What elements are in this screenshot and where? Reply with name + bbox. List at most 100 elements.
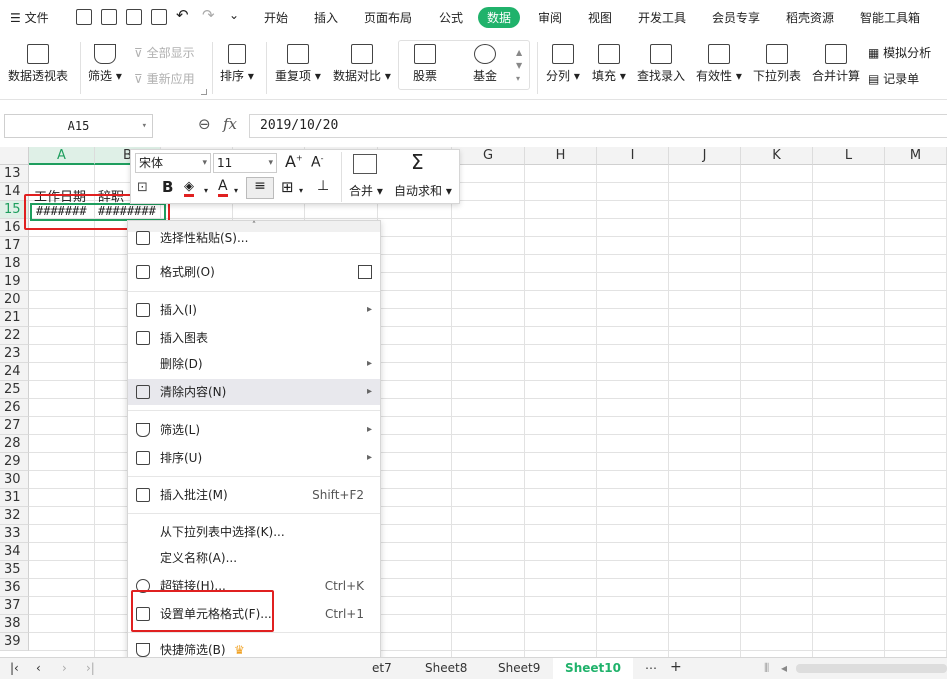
autosum-button[interactable]: 自动求和 ▾ [394,182,452,199]
merge-cells-icon[interactable] [353,154,377,174]
format-painter-lock-icon[interactable] [358,265,372,279]
row-header-31[interactable]: 31 [0,489,29,507]
bold-button[interactable]: B [162,178,173,196]
font-size-select[interactable]: 11 ▾ [213,153,277,173]
merge-cells-button[interactable]: 合并 ▾ [349,182,383,199]
row-header-13[interactable]: 13 [0,165,29,183]
scroll-split-icon[interactable]: ⦀ [764,661,769,676]
row-header-35[interactable]: 35 [0,561,29,579]
row-header-28[interactable]: 28 [0,435,29,453]
borders-icon[interactable]: ⊞ [281,178,294,196]
column-header-g[interactable]: G [452,147,525,165]
row-header-39[interactable]: 39 [0,633,29,651]
row-header-30[interactable]: 30 [0,471,29,489]
tab-home[interactable]: 开始 [264,9,288,26]
print-preview-icon[interactable] [101,9,117,25]
column-header-j[interactable]: J [669,147,741,165]
pivot-table-button[interactable]: 数据透视表 [8,44,68,84]
row-header-20[interactable]: 20 [0,291,29,309]
tab-insert[interactable]: 插入 [314,9,338,26]
row-header-21[interactable]: 21 [0,309,29,327]
tab-developer[interactable]: 开发工具 [638,9,686,26]
menu-item-define-name[interactable]: 定义名称(A)... [128,545,380,571]
tab-page-layout[interactable]: 页面布局 [364,9,412,26]
row-header-38[interactable]: 38 [0,615,29,633]
compare-button[interactable]: 数据对比 ▾ [333,44,391,84]
row-header-18[interactable]: 18 [0,255,29,273]
row-header-29[interactable]: 29 [0,453,29,471]
menu-item-filter[interactable]: 筛选(L) ▸ [128,417,380,443]
font-color-icon[interactable]: A [218,178,228,197]
column-header-m[interactable]: M [885,147,947,165]
add-sheet-icon[interactable]: + [670,659,682,675]
align-center-icon[interactable]: ≡ [246,177,274,199]
lookup-entry-button[interactable]: 查找录入 [637,44,685,84]
split-column-button[interactable]: 分列 ▾ [546,44,580,84]
format-painter-small-icon[interactable]: ⊡ [137,180,148,195]
font-name-select[interactable]: 宋体 ▾ [135,153,211,173]
menu-item-pick-from-list[interactable]: 从下拉列表中选择(K)... [128,519,380,545]
menu-item-clear-contents[interactable]: 清除内容(N) ▸ [128,379,380,405]
dropdown-list-button[interactable]: 下拉列表 [753,44,801,84]
tab-smart-tools[interactable]: 智能工具箱 [860,9,920,26]
save-icon[interactable] [76,9,92,25]
fund-button[interactable]: 基金 [473,44,497,84]
filter-button[interactable]: 筛选 ▾ [88,44,122,84]
chevron-down-icon[interactable]: ▾ [234,186,238,195]
zoom-icon[interactable]: ⊖ [198,115,211,133]
sheet-tab-9[interactable]: Sheet9 [498,661,540,675]
duplicates-button[interactable]: 重复项 ▾ [275,44,321,84]
row-header-25[interactable]: 25 [0,381,29,399]
sheet-tab-7[interactable]: et7 [372,661,392,675]
select-all-corner[interactable] [0,147,29,165]
column-header-i[interactable]: I [597,147,669,165]
chevron-down-icon[interactable]: ▾ [299,186,303,195]
tab-review[interactable]: 审阅 [538,9,562,26]
decrease-font-icon[interactable]: A- [311,154,323,171]
sheet-tab-10[interactable]: Sheet10 [553,658,633,679]
redo-icon[interactable]: ↷ [202,6,215,24]
menu-item-sort[interactable]: 排序(U) ▸ [128,445,380,471]
menu-item-insert-chart[interactable]: 插入图表 [128,325,380,351]
row-header-24[interactable]: 24 [0,363,29,381]
more-sheets-icon[interactable]: ⋯ [645,661,657,675]
tab-member[interactable]: 会员专享 [712,9,760,26]
formula-input[interactable]: 2019/10/20 [249,114,947,138]
menu-item-format-painter[interactable]: 格式刷(O) [128,259,380,285]
show-all-button[interactable]: ⊽ 全部显示 [134,44,195,61]
menu-item-insert-comment[interactable]: 插入批注(M) Shift+F2 [128,482,380,508]
preview-icon[interactable] [151,9,167,25]
undo-icon[interactable]: ↶ [176,6,189,24]
scroll-left-icon[interactable]: ◂ [781,661,787,675]
tab-formulas[interactable]: 公式 [439,9,463,26]
sheet-tab-8[interactable]: Sheet8 [425,661,467,675]
first-sheet-icon[interactable]: |‹ [10,661,19,675]
fx-icon[interactable]: fx [223,115,237,133]
format-brush-icon[interactable]: ⊥ [317,178,329,194]
row-header-23[interactable]: 23 [0,345,29,363]
consolidate-button[interactable]: 合并计算 [812,44,860,84]
sigma-icon[interactable]: Σ [411,150,424,174]
fill-color-icon[interactable]: ◈ [184,179,194,197]
row-header-36[interactable]: 36 [0,579,29,597]
row-header-19[interactable]: 19 [0,273,29,291]
sort-button[interactable]: 排序 ▾ [220,44,254,84]
column-header-l[interactable]: L [813,147,885,165]
column-header-a[interactable]: A [29,147,95,165]
chevron-down-icon[interactable]: ▾ [204,186,208,195]
menu-item-delete[interactable]: 删除(D) ▸ [128,351,380,377]
row-header-17[interactable]: 17 [0,237,29,255]
row-header-37[interactable]: 37 [0,597,29,615]
row-header-22[interactable]: 22 [0,327,29,345]
fill-button[interactable]: 填充 ▾ [592,44,626,84]
next-sheet-icon[interactable]: › [62,661,67,675]
row-header-33[interactable]: 33 [0,525,29,543]
record-form-button[interactable]: ▤ 记录单 [868,70,919,87]
chevron-down-icon[interactable]: ▾ [142,115,147,137]
file-menu[interactable]: ☰ 文件 [10,9,49,26]
last-sheet-icon[interactable]: ›| [86,661,95,675]
tab-view[interactable]: 视图 [588,9,612,26]
gallery-scroll-icon[interactable]: ▲ ▼ ▾ [516,46,522,85]
increase-font-icon[interactable]: A+ [285,152,303,171]
stock-button[interactable]: 股票 [413,44,437,84]
